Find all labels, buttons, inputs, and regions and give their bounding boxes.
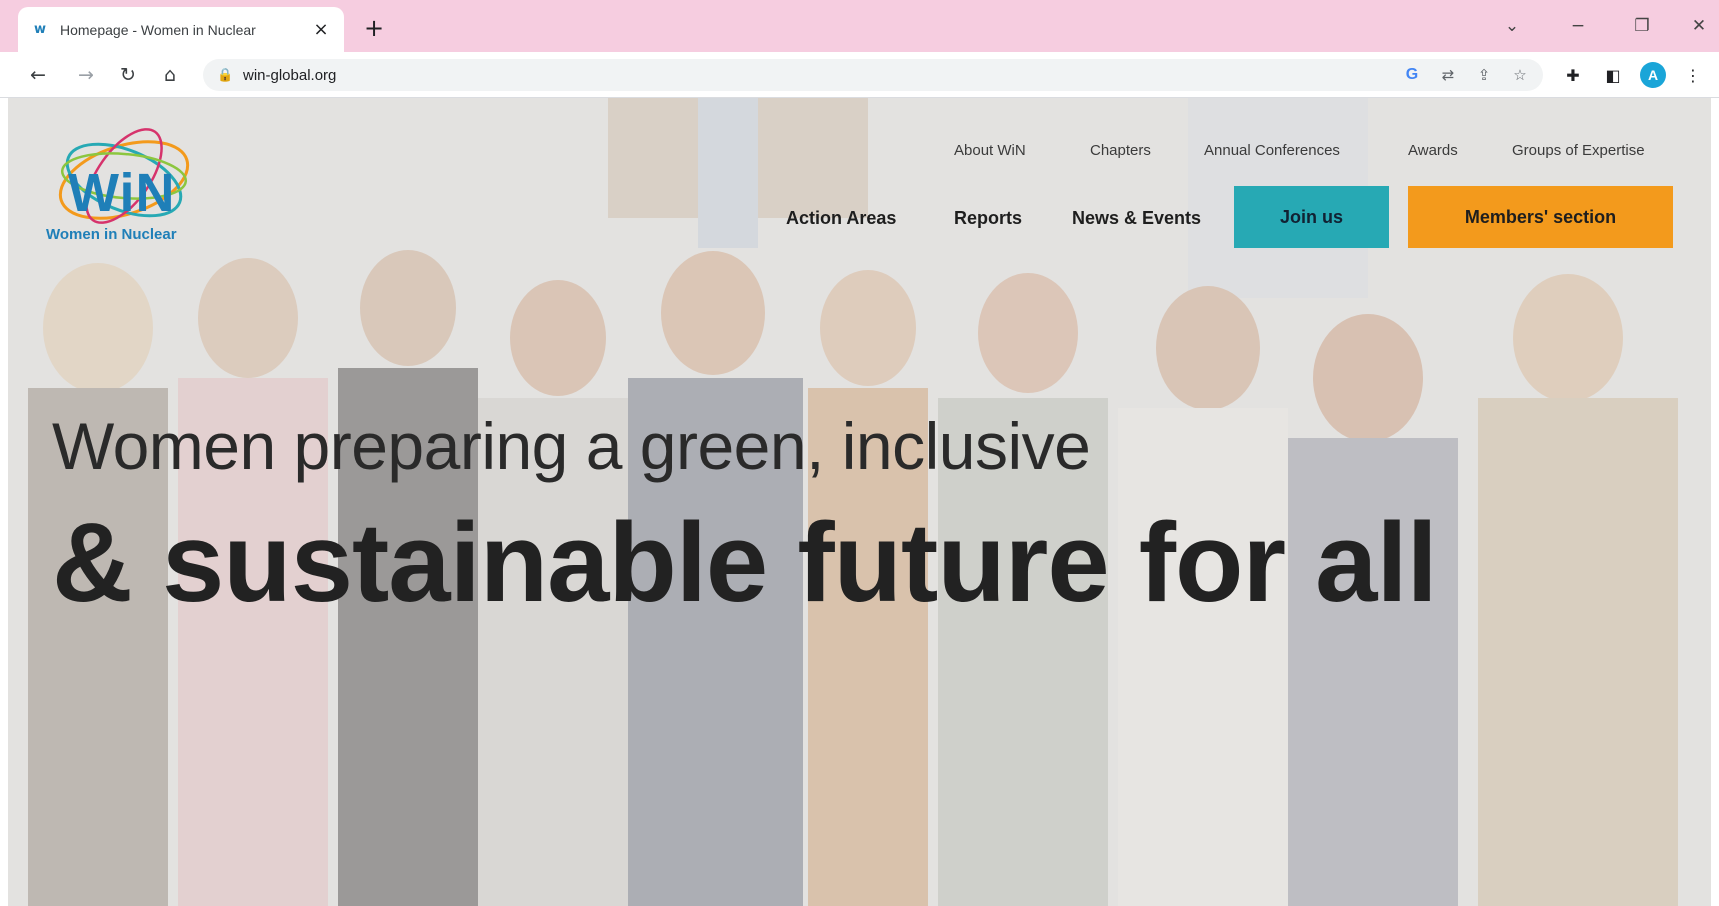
- minimize-icon[interactable]: −: [1558, 12, 1598, 40]
- home-icon[interactable]: ⌂: [156, 61, 184, 89]
- tab-title: Homepage - Women in Nuclear: [60, 21, 256, 38]
- browser-toolbar: ← → ↻ ⌂ 🔒 win-global.org G ⇄ ⇪ ☆ ✚ ◧ A ⋮: [0, 52, 1719, 98]
- restore-icon[interactable]: ❐: [1622, 12, 1662, 40]
- nav-annual-conferences[interactable]: Annual Conferences: [1204, 142, 1340, 159]
- browser-tab-active[interactable]: w Homepage - Women in Nuclear ×: [18, 7, 344, 52]
- secondary-nav: About WiN Chapters Annual Conferences Aw…: [8, 142, 1711, 166]
- nav-groups-of-expertise[interactable]: Groups of Expertise: [1512, 142, 1645, 159]
- nav-news-events[interactable]: News & Events: [1072, 208, 1201, 229]
- extensions-puzzle-icon[interactable]: ✚: [1560, 61, 1586, 89]
- back-arrow-icon[interactable]: ←: [24, 61, 52, 89]
- reload-icon[interactable]: ↻: [114, 61, 142, 89]
- nav-chapters[interactable]: Chapters: [1090, 142, 1151, 159]
- nav-about-win[interactable]: About WiN: [954, 142, 1026, 159]
- address-bar[interactable]: 🔒 win-global.org G ⇄ ⇪ ☆: [203, 59, 1543, 91]
- hero-headline-line2: & sustainable future for all: [52, 500, 1438, 625]
- hero-section: WiN Women in Nuclear About WiN Chapters …: [8, 98, 1711, 906]
- google-lens-icon[interactable]: G: [1401, 64, 1423, 86]
- side-panel-icon[interactable]: ◧: [1600, 61, 1626, 89]
- share-icon[interactable]: ⇪: [1473, 64, 1495, 86]
- browser-tab-bar: w Homepage - Women in Nuclear × + ⌄ − ❐ …: [0, 0, 1719, 52]
- bookmark-star-icon[interactable]: ☆: [1509, 64, 1531, 86]
- omnibox-actions: G ⇄ ⇪ ☆: [1401, 64, 1543, 86]
- browser-menu-icon[interactable]: ⋮: [1680, 61, 1706, 89]
- nav-reports[interactable]: Reports: [954, 208, 1022, 229]
- hero-headline-line1: Women preparing a green, inclusive: [52, 409, 1091, 483]
- nav-awards[interactable]: Awards: [1408, 142, 1458, 159]
- join-us-button[interactable]: Join us: [1234, 186, 1389, 248]
- translate-icon[interactable]: ⇄: [1437, 64, 1459, 86]
- tab-close-icon[interactable]: ×: [312, 19, 330, 40]
- forward-arrow-icon[interactable]: →: [72, 61, 100, 89]
- site-favicon-icon: w: [33, 22, 46, 37]
- tab-search-icon[interactable]: ⌄: [1492, 12, 1532, 40]
- members-section-button[interactable]: Members' section: [1408, 186, 1673, 248]
- window-close-icon[interactable]: ✕: [1679, 12, 1719, 40]
- extensions-area: ✚ ◧ A ⋮: [1560, 61, 1706, 89]
- nav-action-areas[interactable]: Action Areas: [786, 208, 896, 229]
- new-tab-icon[interactable]: +: [360, 14, 388, 42]
- lock-icon[interactable]: 🔒: [217, 68, 233, 83]
- profile-avatar[interactable]: A: [1640, 62, 1666, 88]
- url-text[interactable]: win-global.org: [243, 67, 336, 84]
